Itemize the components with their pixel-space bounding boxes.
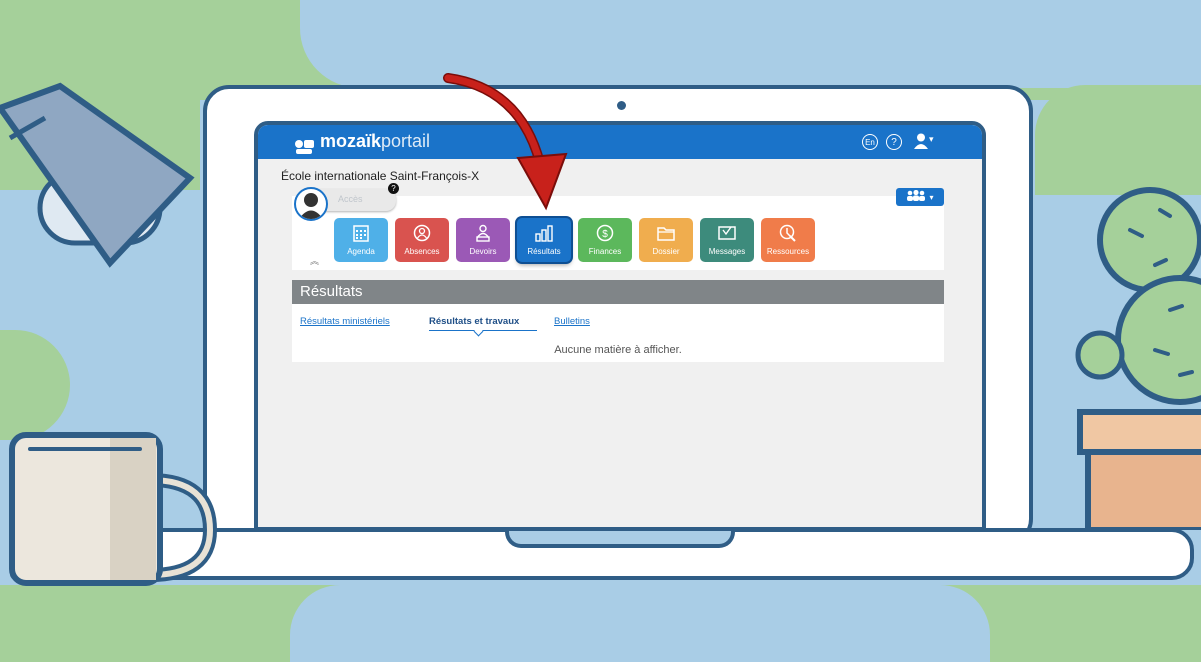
tile-label: Agenda — [347, 247, 375, 256]
background-green-right — [1035, 85, 1201, 195]
student-help-badge[interactable]: ? — [388, 183, 399, 194]
red-arrow-annotation — [443, 73, 568, 211]
tile-label: Dossier — [652, 247, 680, 256]
portal-topbar: mozaïkportail En ? ▾ — [258, 125, 982, 159]
tile-finances[interactable]: $ Finances — [578, 218, 632, 262]
tile-label: Résultats — [527, 247, 561, 256]
tile-messages[interactable]: Messages — [700, 218, 754, 262]
folder-icon — [657, 227, 675, 241]
tile-resultats[interactable]: Résultats — [517, 218, 571, 262]
double-chevron-up-icon[interactable]: ︽ — [310, 254, 319, 267]
tab-resultats-ministeriels[interactable]: Résultats ministériels — [300, 316, 390, 327]
student-name: Accès — [338, 194, 363, 204]
help-button[interactable]: ? — [886, 134, 902, 150]
coffee-mug-illustration — [9, 432, 218, 586]
person-silhouette-icon — [299, 193, 323, 219]
tile-ressources[interactable]: Ressources — [761, 218, 815, 262]
section-title: Résultats — [292, 280, 944, 304]
tile-label: Devoirs — [469, 247, 497, 256]
user-icon — [914, 133, 928, 149]
user-menu-button[interactable]: ▾ — [914, 133, 934, 154]
watering-can-illustration — [0, 82, 195, 268]
family-caret-icon: ▾ — [929, 193, 934, 202]
tile-devoirs[interactable]: Devoirs — [456, 218, 510, 262]
background-blue-cloud — [300, 0, 1201, 88]
student-avatar[interactable] — [294, 187, 328, 221]
svg-text:$: $ — [602, 229, 608, 240]
webcam-dot — [617, 101, 626, 110]
family-switch-button[interactable]: ▾ — [896, 188, 944, 206]
empty-state-message: Aucune matière à afficher. — [554, 344, 682, 356]
language-button[interactable]: En — [862, 134, 878, 150]
dollar-icon: $ — [596, 224, 614, 242]
resources-icon — [779, 224, 796, 242]
mozaik-logo-icon — [295, 140, 314, 154]
logo-bold-text: mozaïk — [320, 131, 382, 151]
cactus-illustration — [1075, 187, 1201, 530]
logo-thin-text: portail — [381, 131, 431, 151]
tile-absences[interactable]: Absences — [395, 218, 449, 262]
background-green-left-lower — [0, 330, 70, 440]
laptop-display: mozaïkportail En ? ▾ École international… — [254, 121, 986, 531]
tile-label: Absences — [404, 247, 440, 256]
mozaik-portail-logo[interactable]: mozaïkportail — [320, 131, 430, 152]
calendar-icon — [353, 225, 369, 242]
laptop-trackpad-notch — [505, 528, 735, 548]
tab-resultats-et-travaux[interactable]: Résultats et travaux — [429, 316, 519, 327]
tab-bulletins[interactable]: Bulletins — [554, 316, 590, 327]
background-blue-bottom — [290, 585, 990, 662]
people-icon — [907, 189, 926, 201]
tile-agenda[interactable]: Agenda — [334, 218, 388, 262]
section-body: Résultats ministériels Résultats et trav… — [292, 304, 944, 362]
tile-label: Finances — [588, 247, 622, 256]
tile-dossier[interactable]: Dossier — [639, 218, 693, 262]
tile-label: Ressources — [766, 247, 810, 256]
active-tab-caret — [473, 326, 484, 337]
tile-label: Messages — [708, 247, 746, 256]
chevron-down-icon: ▾ — [929, 134, 934, 144]
bar-chart-icon — [535, 225, 553, 242]
student-selector[interactable]: Accès — [318, 189, 396, 211]
message-icon — [718, 226, 736, 240]
absence-icon — [413, 224, 431, 242]
homework-icon — [476, 224, 490, 242]
